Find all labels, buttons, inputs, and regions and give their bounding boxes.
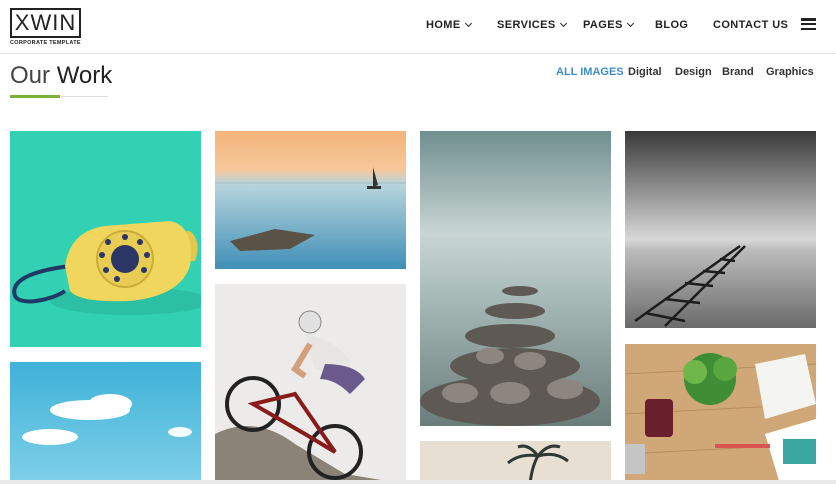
hamburger-icon[interactable] — [801, 18, 816, 31]
gallery-item-foggy-rocks[interactable] — [420, 131, 611, 426]
nav-services[interactable]: SERVICES — [497, 19, 567, 31]
gallery-item-desk[interactable] — [625, 344, 816, 484]
nav-services-label: SERVICES — [497, 19, 556, 31]
desk-workspace-image — [625, 344, 816, 484]
nav-blog-label: BLOG — [655, 19, 689, 31]
nav-home-label: HOME — [426, 19, 461, 31]
title-accent-bar — [10, 95, 60, 98]
blue-sky-clouds-image — [10, 362, 201, 484]
sea-sunset-boat-image — [215, 131, 406, 269]
filter-brand[interactable]: Brand — [722, 66, 754, 78]
nav-contact-label: CONTACT US — [713, 19, 789, 31]
nav-home[interactable]: HOME — [426, 19, 472, 31]
gallery-item-phone[interactable] — [10, 131, 201, 347]
foggy-sea-rocks-image — [420, 131, 611, 426]
mountain-biker-image — [215, 284, 406, 484]
filter-digital[interactable]: Digital — [628, 66, 662, 78]
black-white-pier-image — [625, 131, 816, 328]
gallery-item-palm[interactable] — [420, 441, 611, 484]
gallery-item-sunset-sea[interactable] — [215, 131, 406, 269]
logo[interactable]: XWIN CORPORATE TEMPLATE — [10, 8, 81, 46]
nav-pages-label: PAGES — [583, 19, 623, 31]
gallery-item-biker[interactable] — [215, 284, 406, 484]
gallery-item-sky[interactable] — [10, 362, 201, 484]
nav-contact-us[interactable]: CONTACT US — [713, 19, 788, 31]
title-light: Our — [10, 62, 51, 89]
chevron-down-icon — [464, 19, 472, 28]
filter-design[interactable]: Design — [675, 66, 712, 78]
yellow-rotary-phone-image — [10, 131, 201, 347]
site-header: XWIN CORPORATE TEMPLATE HOME SERVICES PA… — [0, 0, 836, 54]
palm-tree-image — [420, 441, 611, 484]
chevron-down-icon — [559, 19, 567, 28]
title-bold: Work — [56, 62, 113, 89]
nav-blog[interactable]: BLOG — [655, 19, 688, 31]
filter-all-images[interactable]: ALL IMAGES — [556, 66, 624, 78]
logo-tagline: CORPORATE TEMPLATE — [10, 40, 81, 46]
bottom-scroll-strip — [0, 480, 836, 484]
page-title: Our Work — [10, 62, 112, 90]
chevron-down-icon — [626, 19, 634, 28]
nav-pages[interactable]: PAGES — [583, 19, 634, 31]
logo-mark: XWIN — [10, 8, 81, 38]
filter-graphics[interactable]: Graphics — [766, 66, 814, 78]
gallery-item-pier[interactable] — [625, 131, 816, 328]
